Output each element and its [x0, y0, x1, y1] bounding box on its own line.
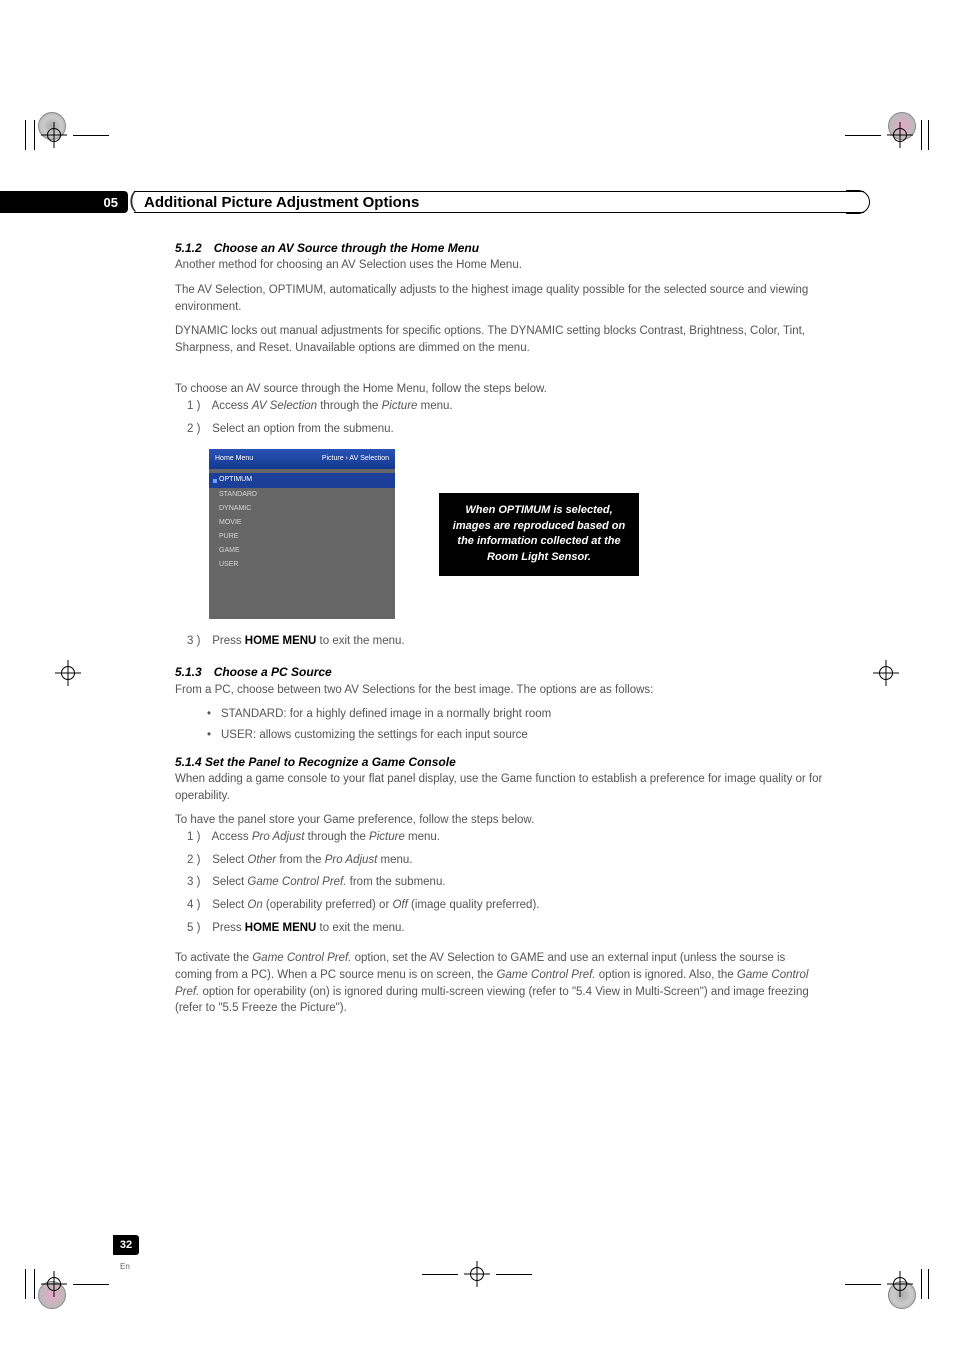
step-text: menu.: [417, 400, 452, 412]
step-item: 5 ) Press HOME MENU to exit the menu.: [187, 920, 825, 937]
body-text: Another method for choosing an AV Select…: [175, 257, 825, 274]
step-item: 1 ) Access AV Selection through the Pict…: [187, 398, 825, 415]
step-text: Select: [212, 854, 247, 866]
callout-box: When OPTIMUM is selected, images are rep…: [439, 493, 639, 577]
registration-mark-icon: [25, 1269, 109, 1299]
header-paren-icon: (: [129, 189, 136, 211]
menu-title: Home Menu: [215, 454, 253, 464]
step-text: On: [247, 899, 262, 911]
body-text: The AV Selection, OPTIMUM, automatically…: [175, 282, 825, 315]
bullet-item: USER: allows customizing the settings fo…: [207, 727, 825, 744]
step-text: Select an option from the submenu.: [212, 423, 394, 435]
menu-screenshot: Home Menu Picture › AV Selection OPTIMUM…: [209, 449, 395, 619]
page-language: En: [120, 1262, 130, 1271]
menu-item: PURE: [209, 530, 395, 544]
step-text: Off: [392, 899, 407, 911]
step-item: 4 ) Select On (operability preferred) or…: [187, 897, 825, 914]
chapter-header: 05 ( Additional Picture Adjustment Optio…: [0, 190, 954, 214]
body-text: Game Control Pref.: [252, 952, 351, 964]
body-text: To have the panel store your Game prefer…: [175, 812, 825, 829]
registration-mark-icon: [873, 660, 899, 686]
menu-item: USER: [209, 558, 395, 572]
step-text: menu.: [405, 831, 440, 843]
menu-item: MOVIE: [209, 516, 395, 530]
step-text: from the submenu.: [346, 876, 445, 888]
menu-item: STANDARD: [209, 488, 395, 502]
registration-mark-icon: [25, 120, 109, 150]
page-number: 32: [120, 1239, 132, 1251]
step-item: 3 ) Select Game Control Pref. from the s…: [187, 874, 825, 891]
callout-text: images are reproduced based on: [451, 519, 627, 535]
step-text: Picture: [382, 400, 418, 412]
body-text: To activate the Game Control Pref. optio…: [175, 950, 825, 1017]
callout-text: Room Light Sensor.: [451, 550, 627, 566]
body-text: DYNAMIC locks out manual adjustments for…: [175, 323, 825, 356]
menu-breadcrumb: Picture › AV Selection: [322, 454, 389, 464]
registration-mark-icon: [422, 1261, 532, 1287]
callout-text: the information collected at the: [451, 534, 627, 550]
step-text: (operability preferred) or: [263, 899, 393, 911]
step-item: 2 ) Select an option from the submenu.: [187, 421, 825, 438]
chapter-number: 05: [104, 195, 118, 210]
step-text: Press: [212, 922, 245, 934]
chapter-number-tab: 05: [0, 191, 128, 213]
step-text: HOME MENU: [245, 922, 317, 934]
step-text: menu.: [377, 854, 412, 866]
section-heading: 5.1.4 Set the Panel to Recognize a Game …: [175, 754, 825, 771]
step-text: Picture: [369, 831, 405, 843]
step-text: Select: [212, 899, 247, 911]
menu-item: OPTIMUM: [209, 473, 395, 487]
step-text: HOME MENU: [245, 635, 317, 647]
step-text: to exit the menu.: [316, 635, 404, 647]
step-text: Other: [247, 854, 276, 866]
step-text: AV Selection: [252, 400, 317, 412]
body-text: Game Control Pref.: [497, 969, 596, 981]
step-text: Access: [212, 831, 252, 843]
step-item: 1 ) Access Pro Adjust through the Pictur…: [187, 829, 825, 846]
body-text: From a PC, choose between two AV Selecti…: [175, 682, 825, 699]
section-heading: 5.1.3 Choose a PC Source: [175, 664, 825, 681]
step-text: Pro Adjust: [252, 831, 308, 843]
step-text: Access: [212, 400, 252, 412]
bullet-item: STANDARD: for a highly defined image in …: [207, 706, 825, 723]
registration-mark-icon: [845, 120, 929, 150]
step-text: through the: [317, 400, 382, 412]
step-text: (image quality preferred).: [408, 899, 540, 911]
step-text: from the: [276, 854, 325, 866]
step-text: Pro Adjust: [325, 854, 378, 866]
callout-text: When OPTIMUM is selected,: [451, 503, 627, 519]
header-cap-icon: [846, 190, 870, 214]
chapter-title: Additional Picture Adjustment Options: [144, 194, 439, 211]
body-text: option for operability (on) is ignored d…: [175, 986, 809, 1015]
step-item: 3 ) Press HOME MENU to exit the menu.: [187, 633, 825, 650]
step-item: 2 ) Select Other from the Pro Adjust men…: [187, 852, 825, 869]
step-text: Select: [212, 876, 247, 888]
section-heading: 5.1.2 Choose an AV Source through the Ho…: [175, 240, 825, 257]
body-text: To choose an AV source through the Home …: [175, 381, 825, 398]
registration-mark-icon: [845, 1269, 929, 1299]
registration-mark-icon: [55, 660, 81, 686]
body-text: option is ignored. Also, the: [596, 969, 737, 981]
step-text: through the: [308, 831, 369, 843]
body-text: When adding a game console to your flat …: [175, 771, 825, 804]
step-text: Game Control Pref.: [247, 876, 346, 888]
page-number-tab: 32: [113, 1235, 139, 1255]
menu-item: GAME: [209, 544, 395, 558]
body-text: To activate the: [175, 952, 252, 964]
menu-item: DYNAMIC: [209, 502, 395, 516]
step-text: to exit the menu.: [316, 922, 404, 934]
step-text: Press: [212, 635, 245, 647]
